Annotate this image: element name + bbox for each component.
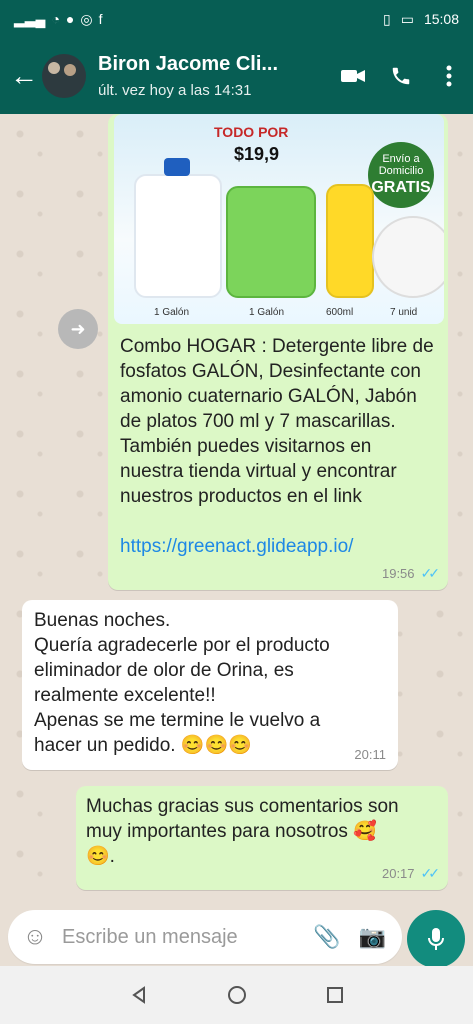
detergent-jug: [134, 158, 222, 298]
nav-home-icon: [227, 986, 246, 1004]
message-time: 20:11: [354, 747, 386, 762]
microphone-icon: [428, 928, 444, 950]
paperclip-icon[interactable]: 📎: [313, 924, 340, 950]
status-left: ▂▃▄ ◔ ● ◎ f: [14, 11, 103, 28]
message-meta: 20:11: [354, 747, 386, 762]
phone-icon: [392, 67, 410, 85]
message-time: 19:56: [381, 566, 415, 581]
promo-top-text: TODO POR: [214, 124, 289, 140]
battery-icon: ▭: [400, 10, 414, 27]
jug-cap: [164, 158, 190, 176]
clock: 15:08: [423, 11, 459, 27]
product-label-3: 600ml: [326, 307, 354, 318]
delivery-badge: Envío a Domicilio GRATIS: [368, 142, 434, 208]
nav-recents-icon: [326, 987, 343, 1003]
menu-button[interactable]: [425, 52, 473, 100]
nav-back-icon: [131, 986, 145, 1004]
message-input-placeholder: Escribe un mensaje: [62, 925, 238, 948]
input-actions: 📎 📷: [313, 924, 402, 950]
facebook-icon: f: [98, 11, 103, 27]
promo-image[interactable]: TODO POR $19,9 Envío a Domicilio GRATIS …: [114, 114, 444, 324]
messenger-icon: ●: [65, 11, 75, 27]
more-vert-icon: [446, 65, 452, 87]
message-bubble-incoming[interactable]: Buenas noches. Quería agradecerle por el…: [22, 600, 398, 770]
message-input-box[interactable]: ☺ Escribe un mensaje 📎 📷: [8, 910, 402, 964]
message-link[interactable]: https://greenact.glideapp.io/: [120, 534, 438, 559]
contact-info[interactable]: Biron Jacome Cli... últ. vez hoy a las 1…: [98, 53, 329, 99]
last-seen: últ. vez hoy a las 14:31: [98, 82, 252, 99]
message-bubble-outgoing[interactable]: Muchas gracias sus comentarios son muy i…: [76, 786, 448, 890]
message-text: Combo HOGAR : Detergente libre de fosfat…: [120, 336, 439, 507]
video-call-button[interactable]: [329, 52, 377, 100]
android-nav-bar: [0, 966, 473, 1024]
masks-image: [372, 216, 444, 298]
chat-area[interactable]: TODO POR $19,9 Envío a Domicilio GRATIS …: [0, 114, 473, 910]
disinfectant-jug: [226, 186, 316, 298]
wifi-icon: ◔: [51, 11, 60, 27]
video-call-icon: [341, 70, 365, 82]
promo-price: $19,9: [234, 144, 280, 164]
read-receipt-icon: ✓✓: [420, 565, 441, 581]
read-receipt-icon: ✓✓: [420, 865, 441, 881]
badge-line1: Envío a Domicilio: [378, 153, 424, 177]
message-text: Buenas noches. Quería agradecerle por el…: [34, 610, 330, 756]
instagram-icon: ◎: [80, 10, 93, 27]
badge-line2: GRATIS: [371, 179, 431, 196]
voice-call-button[interactable]: [377, 52, 425, 100]
status-bar: ▂▃▄ ◔ ● ◎ f ▯ ▭ 15:08: [0, 0, 473, 38]
status-right: ▯ ▭ 15:08: [383, 11, 459, 28]
message-meta: 19:56 ✓✓: [381, 565, 441, 582]
product-label-4: 7 unid: [390, 307, 418, 318]
message-text: Muchas gracias sus comentarios son muy i…: [86, 796, 399, 867]
chat-header: ← Biron Jacome Cli... últ. vez hoy a las…: [0, 38, 473, 114]
mic-button[interactable]: [407, 910, 465, 968]
avatar[interactable]: [42, 54, 86, 98]
nav-back-button[interactable]: [125, 981, 153, 1009]
dish-soap-bottle: [326, 184, 374, 298]
nav-recents-button[interactable]: [321, 981, 349, 1009]
forward-icon: ➜: [70, 318, 86, 339]
product-label-2: 1 Galón: [249, 307, 285, 318]
forward-button[interactable]: ➜: [58, 309, 98, 349]
emoji-icon[interactable]: ☺: [8, 923, 62, 951]
signal-icon: ▂▃▄: [14, 10, 46, 27]
message-meta: 20:17 ✓✓: [381, 865, 441, 882]
vibrate-icon: ▯: [383, 10, 391, 27]
back-arrow-icon[interactable]: ←: [6, 58, 42, 94]
message-bubble-outgoing[interactable]: TODO POR $19,9 Envío a Domicilio GRATIS …: [108, 114, 448, 590]
message-composer: ☺ Escribe un mensaje 📎 📷: [0, 910, 473, 968]
contact-name: Biron Jacome Cli...: [98, 53, 279, 75]
nav-home-button[interactable]: [223, 981, 251, 1009]
message-time: 20:17: [381, 866, 415, 881]
camera-icon[interactable]: 📷: [359, 924, 386, 950]
product-label-1: 1 Galón: [154, 307, 190, 318]
